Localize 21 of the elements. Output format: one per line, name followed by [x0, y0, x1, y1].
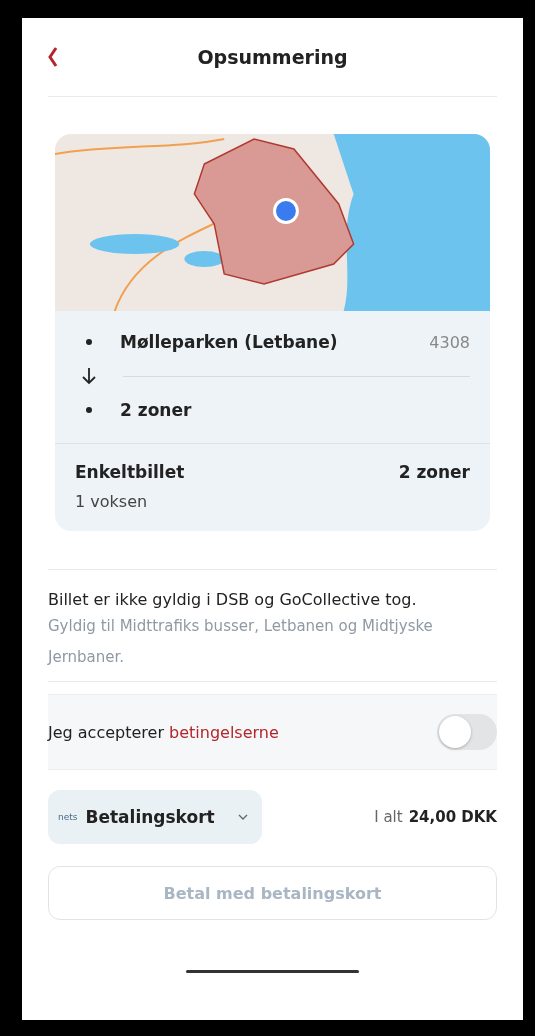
- passenger-count: 1 voksen: [75, 492, 149, 511]
- bullet-icon: [86, 407, 92, 413]
- back-icon[interactable]: [48, 46, 58, 68]
- stop-name: 2 zoner: [120, 400, 193, 420]
- validity-notice: Billet er ikke gyldig i DSB og GoCollective tog.: [48, 590, 418, 609]
- ticket-zones: 2 zoner: [398, 462, 470, 482]
- payment-logo: nets: [58, 812, 78, 822]
- payment-method-dropdown[interactable]: nets Betalingskort: [48, 790, 262, 844]
- terms-link[interactable]: betingelserne: [169, 722, 279, 742]
- total-amount: 24,00 DKK: [408, 808, 497, 826]
- stop-name: Mølleparken (Letbane): [120, 332, 339, 352]
- validity-detail: Gyldig til Midttrafiks busser, Letbanen og Midtjyske Jernbaner.: [48, 616, 434, 668]
- total-label: I alt: [374, 808, 403, 826]
- ticket-type: Enkeltbillet: [75, 462, 185, 482]
- arrow-down-icon: [82, 367, 96, 385]
- bullet-icon: [86, 339, 92, 345]
- terms-toggle[interactable]: [437, 714, 497, 750]
- zone-number: 4308: [429, 332, 470, 352]
- caret-icon: [238, 814, 248, 820]
- page-title: Opsummering: [196, 46, 349, 68]
- terms-label: Jeg accepterer: [48, 722, 164, 742]
